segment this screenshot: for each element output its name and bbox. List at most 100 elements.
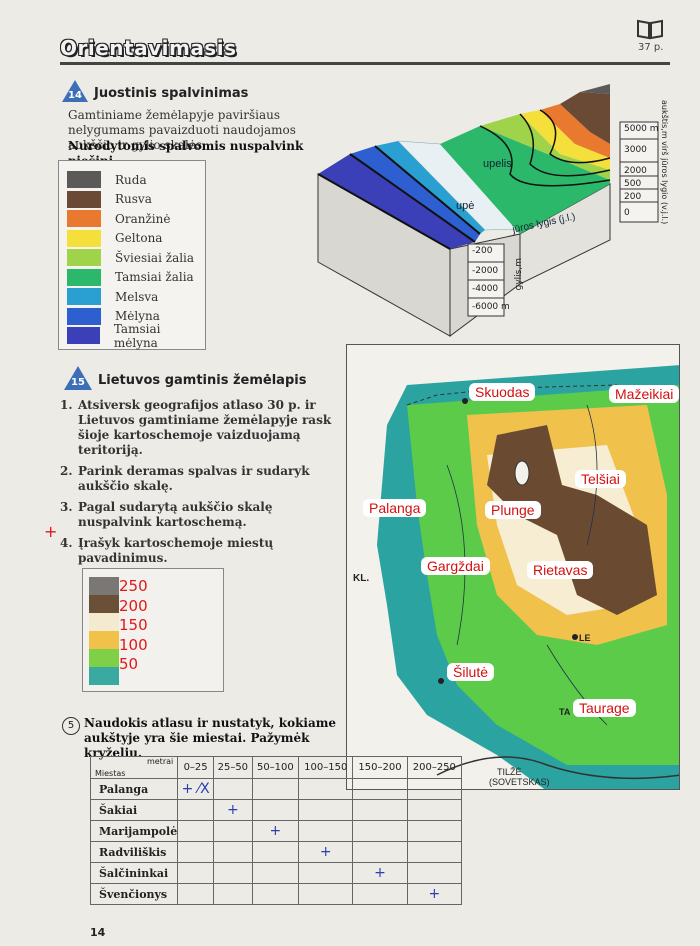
task-badge-15: 15 xyxy=(64,366,92,390)
answer-cell[interactable] xyxy=(213,841,253,863)
answer-cell[interactable] xyxy=(251,799,300,821)
legend-label: Geltona xyxy=(115,231,163,245)
answer-cell[interactable] xyxy=(298,862,354,884)
legend-swatch xyxy=(67,190,101,208)
task-15-heading: Lietuvos gamtinis žemėlapis xyxy=(98,373,307,388)
column-header: 150–200 xyxy=(352,756,408,779)
page-title: Orientavimasis xyxy=(60,36,237,60)
answer-cell[interactable] xyxy=(213,820,253,842)
answer-cell[interactable] xyxy=(177,862,214,884)
answer-cell[interactable] xyxy=(406,820,463,842)
answer-cell[interactable]: + xyxy=(406,883,463,905)
answer-cell[interactable] xyxy=(213,862,253,884)
answer-cell[interactable] xyxy=(251,841,300,863)
page-number: 14 xyxy=(90,926,106,939)
legend-item: Šviesiai žalia xyxy=(67,249,194,266)
instruction-step: 1. Atsiversk geografijos atlaso 30 p. ir … xyxy=(60,398,340,458)
answer-cell[interactable] xyxy=(213,778,253,800)
answer-cell[interactable] xyxy=(213,883,253,905)
city-label-skuodas: Skuodas xyxy=(469,383,536,401)
map-label-kl: KL. xyxy=(353,573,370,584)
answer-cell[interactable] xyxy=(177,841,214,863)
answer-cell[interactable] xyxy=(251,883,300,905)
altitude-table: metrai Miestas 0–25 25–50 50–100 100–150 150… xyxy=(89,756,463,905)
map-label-sovetskas: (SOVETSKAS) xyxy=(489,777,550,787)
scale-swatch xyxy=(89,667,119,685)
answer-cell[interactable] xyxy=(177,820,214,842)
column-header: 100–150 xyxy=(298,756,354,779)
depth-axis-label: gylis,m xyxy=(514,258,524,291)
answer-cell[interactable] xyxy=(352,820,408,842)
step-text: Įrašyk kartoschemoje miestų pavadinimus. xyxy=(78,536,274,565)
table-header-row: metrai Miestas 0–25 25–50 50–100 100–150 150… xyxy=(89,756,463,779)
legend-item: Ruda xyxy=(67,171,147,188)
height-2000: 2000 xyxy=(624,166,647,176)
scale-swatch xyxy=(89,613,119,631)
answer-cell[interactable] xyxy=(406,862,463,884)
answer-cell[interactable] xyxy=(352,841,408,863)
answer-cell[interactable] xyxy=(406,799,463,821)
instruction-step: 3. Pagal sudarytą aukščio skalę nuspalvin… xyxy=(60,500,340,530)
legend-swatch xyxy=(67,268,101,286)
legend-item: Melsva xyxy=(67,288,158,305)
city-name-cell: Marijampolė xyxy=(89,820,179,842)
answer-cell[interactable]: + xyxy=(298,841,354,863)
answer-cell[interactable] xyxy=(406,778,463,800)
answer-cell[interactable]: + xyxy=(352,862,408,884)
city-label-palanga: Palanga xyxy=(363,499,427,517)
answer-cell[interactable] xyxy=(352,883,408,905)
answer-cell[interactable]: + xyxy=(251,820,300,842)
column-header: 200–250 xyxy=(406,756,463,779)
height-3000: 3000 xyxy=(624,145,647,155)
scale-swatch xyxy=(89,577,119,595)
legend-swatch xyxy=(67,288,101,305)
step-number: 1. xyxy=(60,398,73,412)
legend-label: Tamsiai mėlyna xyxy=(113,321,161,350)
table-row: Švenčionys + xyxy=(89,883,463,905)
step-number: 4. xyxy=(60,536,73,550)
answer-cell[interactable] xyxy=(406,841,463,863)
answer-cell[interactable]: + xyxy=(213,799,253,821)
answer-cell[interactable]: + ⁄X xyxy=(177,778,214,800)
answer-cell[interactable] xyxy=(298,799,354,821)
column-header: 0–25 xyxy=(177,756,214,779)
answer-cell[interactable] xyxy=(251,778,300,800)
height-0: 0 xyxy=(624,208,630,218)
answer-cell[interactable] xyxy=(251,862,300,884)
answer-cell[interactable] xyxy=(298,883,354,905)
table-row: Palanga + ⁄X xyxy=(89,778,463,800)
city-name-cell: Švenčionys xyxy=(89,883,179,905)
legend-label: Oranžinė xyxy=(115,211,171,226)
answer-cell[interactable] xyxy=(352,799,408,821)
step-number: 3. xyxy=(60,500,73,514)
map-relief xyxy=(347,345,679,789)
step-text: Pagal sudarytą aukščio skalę nuspalvink … xyxy=(78,500,273,529)
page-reference: 37 p. xyxy=(638,42,664,53)
height-200: 200 xyxy=(624,192,642,202)
map-label-tilze: TILŽĖ xyxy=(497,767,522,777)
map-label-ta: TA xyxy=(559,707,571,717)
answer-cell[interactable] xyxy=(298,778,354,800)
legend-item: Geltona xyxy=(67,229,163,247)
answer-cell[interactable] xyxy=(177,883,214,905)
table-row: Šalčininkai + xyxy=(89,862,463,884)
task-14-heading: Juostinis spalvinimas xyxy=(94,86,249,101)
table-row: Radviliškis + xyxy=(89,841,463,863)
legend-item: Tamsiai mėlyna xyxy=(67,322,205,350)
city-label-mazeikiai: Mažeikiai xyxy=(609,385,679,403)
answer-cell[interactable] xyxy=(177,799,214,821)
height-scale-bar xyxy=(89,577,119,685)
step-text: Parink deramas spalvas ir sudaryk aukšči… xyxy=(78,464,310,493)
answer-cell[interactable] xyxy=(352,778,408,800)
step-text: Atsiversk geografijos atlaso 30 p. ir Li… xyxy=(78,398,332,457)
answer-cell[interactable] xyxy=(298,820,354,842)
legend-item: Tamsiai žalia xyxy=(67,268,194,286)
task-5-question: Naudokis atlasu ir nustatyk, kokiame auk… xyxy=(84,716,337,760)
scale-swatch xyxy=(89,649,119,667)
city-name-cell: Šalčininkai xyxy=(89,862,179,884)
depth-200: -200 xyxy=(472,246,493,256)
height-axis-label: aukštis,m virš jūros lygio (v.j.l.) xyxy=(660,100,669,225)
height-5000: 5000 m xyxy=(624,124,659,134)
scale-value-label: 50 xyxy=(119,655,139,673)
scale-value-label: 150 xyxy=(119,616,148,634)
